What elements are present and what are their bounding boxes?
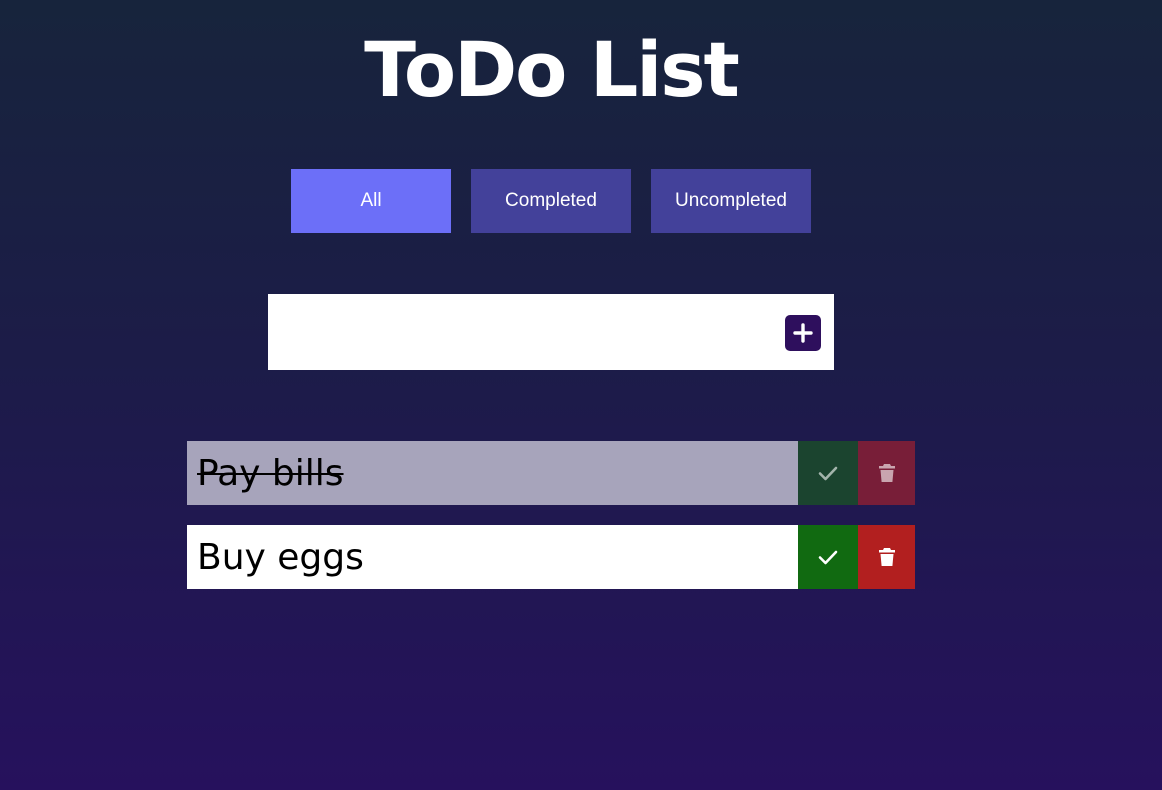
check-icon: [818, 550, 838, 565]
trash-icon: [878, 548, 895, 566]
todo-item-text: Pay bills: [187, 441, 798, 505]
complete-todo-button[interactable]: [798, 525, 858, 589]
delete-todo-button[interactable]: [858, 441, 915, 505]
delete-todo-button[interactable]: [858, 525, 915, 589]
filter-completed-button[interactable]: Completed: [471, 169, 631, 233]
check-icon: [818, 466, 838, 481]
todo-input[interactable]: [268, 294, 778, 370]
filter-bar: All Completed Uncompleted: [291, 169, 811, 233]
filter-all-button[interactable]: All: [291, 169, 451, 233]
todo-item: Buy eggs: [187, 525, 915, 589]
add-todo-button[interactable]: [785, 315, 821, 351]
add-todo-form: [268, 294, 834, 370]
todo-item: Pay bills: [187, 441, 915, 505]
plus-icon: [793, 323, 813, 343]
page-title: ToDo List: [364, 25, 740, 114]
complete-todo-button[interactable]: [798, 441, 858, 505]
todo-list: Pay bills Buy eggs: [187, 441, 915, 609]
trash-icon: [878, 464, 895, 482]
todo-item-text: Buy eggs: [187, 525, 798, 589]
filter-uncompleted-button[interactable]: Uncompleted: [651, 169, 811, 233]
